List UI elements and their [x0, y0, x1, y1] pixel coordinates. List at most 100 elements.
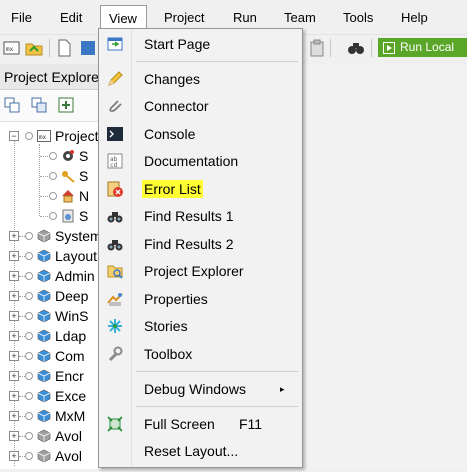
- menu-file[interactable]: File: [11, 9, 32, 27]
- tree-label: Admin: [55, 268, 95, 284]
- tree-label: Avol: [55, 428, 82, 444]
- status-dot-icon: [25, 232, 33, 240]
- menu-item-documentation[interactable]: ab cd Documentation: [99, 148, 302, 174]
- expand-icon[interactable]: +: [9, 311, 19, 321]
- tree-row[interactable]: N: [0, 186, 102, 206]
- svg-text:mx: mx: [39, 134, 47, 141]
- menu-edit[interactable]: Edit: [60, 9, 82, 27]
- menu-item-label: Toolbox: [144, 346, 193, 362]
- menu-item-changes[interactable]: Changes: [99, 66, 302, 92]
- run-local-label: Run Local: [400, 40, 455, 54]
- tree-row[interactable]: S: [0, 206, 102, 226]
- menu-item-find-results-2[interactable]: Find Results 2: [99, 231, 302, 257]
- expand-icon[interactable]: +: [9, 271, 19, 281]
- expand-icon[interactable]: +: [9, 411, 19, 421]
- project-explorer-icon: [107, 263, 123, 279]
- expand-icon[interactable]: +: [9, 331, 19, 341]
- security-icon: [61, 209, 75, 223]
- add-module-icon[interactable]: [58, 97, 74, 113]
- menu-item-connector[interactable]: Connector: [99, 93, 302, 119]
- menu-item-toolbox[interactable]: Toolbox: [99, 341, 302, 367]
- module-icon: [37, 449, 51, 463]
- tree-label: N: [79, 188, 90, 204]
- run-local-button[interactable]: Run Local: [378, 38, 467, 57]
- tree-row-module[interactable]: + Encr: [0, 366, 102, 386]
- tree-row-module[interactable]: + MxM: [0, 406, 102, 426]
- tree-row-module[interactable]: + Admin: [0, 266, 102, 286]
- menu-item-full-screen[interactable]: Full Screen F11: [99, 411, 302, 437]
- status-dot-icon: [25, 352, 33, 360]
- menu-item-console[interactable]: Console: [99, 121, 302, 147]
- paste-icon[interactable]: [308, 39, 326, 57]
- menu-item-start-page[interactable]: Start Page: [99, 31, 302, 57]
- menu-separator: [136, 371, 298, 372]
- error-list-icon: [107, 181, 123, 197]
- menu-item-error-list[interactable]: Error List: [99, 176, 302, 202]
- status-dot-icon: [25, 412, 33, 420]
- menu-run[interactable]: Run: [233, 9, 257, 27]
- tree-row[interactable]: S: [0, 146, 102, 166]
- tree-row-module[interactable]: + Deep: [0, 286, 102, 306]
- status-dot-icon: [25, 272, 33, 280]
- tree-row-module[interactable]: + Avol: [0, 446, 102, 466]
- menu-help[interactable]: Help: [401, 9, 428, 27]
- status-dot-icon: [25, 252, 33, 260]
- collapse-all-icon[interactable]: [31, 97, 47, 113]
- menu-item-label: Console: [144, 126, 196, 142]
- status-dot-icon: [49, 192, 57, 200]
- tree-row-module[interactable]: + Com: [0, 346, 102, 366]
- menu-item-label: Stories: [144, 318, 188, 334]
- expand-icon[interactable]: +: [9, 371, 19, 381]
- new-project-icon[interactable]: mx: [3, 39, 21, 57]
- tree-row-module[interactable]: + Layout: [0, 246, 102, 266]
- tree-row[interactable]: S: [0, 166, 102, 186]
- tree-row-module[interactable]: + WinS: [0, 306, 102, 326]
- expand-all-icon[interactable]: [4, 97, 20, 113]
- expand-icon[interactable]: +: [9, 291, 19, 301]
- tree-row-module[interactable]: + Ldap: [0, 326, 102, 346]
- binoculars-icon: [107, 208, 123, 224]
- tree-row-project[interactable]: − mx Project: [0, 126, 102, 146]
- module-icon: [37, 349, 51, 363]
- expand-icon[interactable]: +: [9, 431, 19, 441]
- menu-item-stories[interactable]: Stories: [99, 313, 302, 339]
- tree-row-module[interactable]: + System: [0, 226, 102, 246]
- find-icon[interactable]: [347, 39, 365, 57]
- tree-row-module[interactable]: + Avol: [0, 426, 102, 446]
- new-file-icon[interactable]: [55, 39, 73, 57]
- collapse-icon[interactable]: −: [9, 131, 19, 141]
- menu-item-reset-layout[interactable]: Reset Layout...: [99, 438, 302, 464]
- tree-label: Exce: [55, 388, 87, 404]
- tree-row-module[interactable]: + Exce: [0, 386, 102, 406]
- project-icon: mx: [37, 129, 51, 143]
- expand-icon[interactable]: +: [9, 351, 19, 361]
- status-dot-icon: [49, 152, 57, 160]
- tree-label: WinS: [55, 308, 89, 324]
- tree-label: Layout: [55, 248, 98, 264]
- documentation-icon: ab cd: [107, 153, 123, 169]
- menu-project[interactable]: Project: [164, 9, 204, 27]
- status-dot-icon: [25, 372, 33, 380]
- menu-item-label: Documentation: [144, 153, 239, 169]
- status-dot-icon: [49, 172, 57, 180]
- expand-icon[interactable]: +: [9, 251, 19, 261]
- save-icon[interactable]: [79, 39, 97, 57]
- menu-item-debug-windows[interactable]: Debug Windows ▸: [99, 376, 302, 402]
- view-menu-dropdown: Start Page Changes Connector Console ab c…: [98, 28, 303, 468]
- tree-label: Encr: [55, 368, 84, 384]
- menu-team[interactable]: Team: [284, 9, 316, 27]
- menu-item-properties[interactable]: Properties: [99, 286, 302, 312]
- menu-item-label: Find Results 2: [144, 236, 234, 252]
- status-dot-icon: [25, 132, 33, 140]
- menu-item-find-results-1[interactable]: Find Results 1: [99, 203, 302, 229]
- menu-item-shortcut: F11: [239, 416, 263, 432]
- tree-label: Avol: [55, 448, 82, 464]
- expand-icon[interactable]: +: [9, 391, 19, 401]
- status-dot-icon: [25, 332, 33, 340]
- open-folder-icon[interactable]: [25, 39, 43, 57]
- menu-tools[interactable]: Tools: [343, 9, 373, 27]
- expand-icon[interactable]: +: [9, 451, 19, 461]
- expand-icon[interactable]: +: [9, 231, 19, 241]
- properties-icon: [107, 291, 123, 307]
- menu-item-project-explorer[interactable]: Project Explorer: [99, 258, 302, 284]
